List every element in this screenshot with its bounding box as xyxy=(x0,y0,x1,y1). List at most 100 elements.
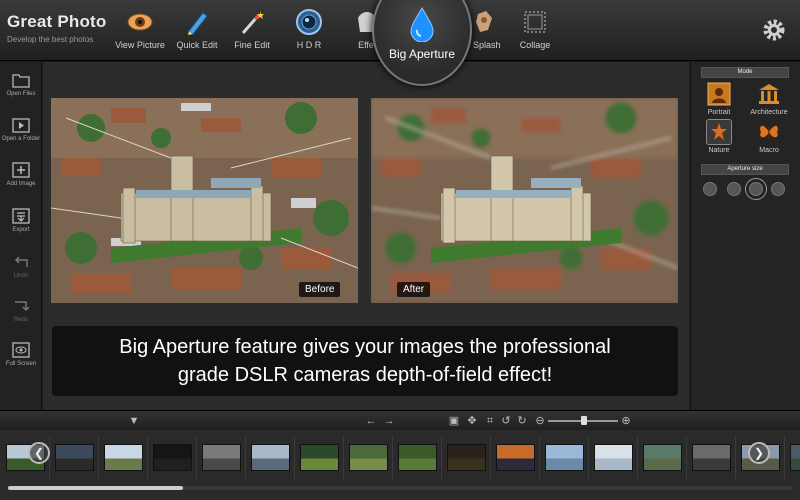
zoom-slider-handle[interactable] xyxy=(581,416,587,425)
collage-label: Collage xyxy=(519,40,551,50)
bottom-toolbar: ▼ ← → ▣ ✥ ⌗ ↺ ↻ ⊖ ⊕ xyxy=(0,410,800,430)
rotate-right-icon[interactable]: ↻ xyxy=(516,415,528,427)
export-button[interactable]: Export xyxy=(0,208,42,233)
caption-line-1: Big Aperture feature gives your images t… xyxy=(119,336,611,358)
filmstrip-thumbnail[interactable] xyxy=(345,436,393,480)
aperture-size-option-1[interactable] xyxy=(703,182,717,196)
aperture-size-option-2[interactable] xyxy=(727,182,741,196)
add-image-icon xyxy=(12,162,30,178)
full-screen-button[interactable]: Full Screen xyxy=(0,342,42,367)
cathedral-aerial-image xyxy=(51,98,358,303)
thumbnail-image xyxy=(104,444,143,471)
thumbnail-image xyxy=(594,444,633,471)
right-panel: Mode Portrait Architecture Nature Macro … xyxy=(690,62,800,410)
thumbnail-image xyxy=(251,444,290,471)
redo-icon xyxy=(15,301,30,312)
portrait-icon xyxy=(707,82,731,106)
open-folder-label: Open a Folder xyxy=(1,136,41,142)
filmstrip-thumbnail[interactable] xyxy=(247,436,295,480)
thumbnail-image xyxy=(153,444,192,471)
filmstrip-thumbnail[interactable] xyxy=(590,436,638,480)
thumbnail-image xyxy=(447,444,486,471)
thumbnail-image xyxy=(790,444,800,471)
aperture-size-option-3[interactable] xyxy=(745,178,767,200)
mode-architecture[interactable]: Architecture xyxy=(749,82,789,116)
before-photo[interactable]: Before xyxy=(51,98,358,303)
filmstrip-thumbnail[interactable] xyxy=(198,436,246,480)
big-aperture-label: Big Aperture xyxy=(388,47,456,61)
left-sidebar: Open Files Open a Folder Add Image Expor… xyxy=(0,62,42,410)
filmstrip-thumbnail[interactable] xyxy=(51,436,99,480)
crop-icon[interactable]: ⌗ xyxy=(484,415,496,427)
splash-icon xyxy=(476,11,492,32)
thumbnail-image xyxy=(643,444,682,471)
folder-icon xyxy=(12,74,30,88)
open-files-button[interactable]: Open Files xyxy=(0,72,42,97)
filmstrip-previous-icon[interactable]: ❮ xyxy=(28,442,50,464)
redo-button[interactable]: Redo xyxy=(0,298,42,323)
filmstrip-thumbnail[interactable] xyxy=(541,436,589,480)
feature-caption: Big Aperture feature gives your images t… xyxy=(52,326,678,396)
compare-icon[interactable]: ▣ xyxy=(448,415,460,427)
thumbnail-image xyxy=(545,444,584,471)
undo-button[interactable]: Undo xyxy=(0,254,42,279)
aperture-size-header: Aperture size xyxy=(701,164,789,175)
filmstrip-thumbnail[interactable] xyxy=(443,436,491,480)
full-screen-label: Full Screen xyxy=(5,361,37,367)
mode-macro-label: Macro xyxy=(759,147,779,154)
collage-icon xyxy=(524,11,546,33)
water-drop-icon xyxy=(410,7,434,42)
folder-play-icon xyxy=(12,118,30,133)
gear-icon[interactable] xyxy=(762,18,786,42)
open-folder-button[interactable]: Open a Folder xyxy=(0,117,42,142)
filmstrip-thumbnail[interactable] xyxy=(492,436,540,480)
eye-icon xyxy=(12,342,30,358)
pencil-icon xyxy=(188,12,208,35)
collapse-filmstrip-icon[interactable]: ▼ xyxy=(128,415,140,427)
after-label: After xyxy=(397,282,431,297)
filmstrip-thumbnail[interactable] xyxy=(786,436,800,480)
previous-arrow-icon[interactable]: ← xyxy=(365,415,377,427)
filmstrip-thumbnail[interactable] xyxy=(394,436,442,480)
filmstrip-thumbnail[interactable] xyxy=(639,436,687,480)
filmstrip-thumbnail[interactable] xyxy=(296,436,344,480)
open-files-label: Open Files xyxy=(6,91,36,97)
cathedral-aerial-image xyxy=(371,98,678,303)
undo-label: Undo xyxy=(13,273,29,279)
filmstrip-next-icon[interactable]: ❯ xyxy=(748,442,770,464)
architecture-icon xyxy=(759,84,779,104)
export-label: Export xyxy=(12,227,30,233)
filmstrip-thumbnail[interactable] xyxy=(688,436,736,480)
filmstrip: ❮ ❯ xyxy=(0,430,800,500)
zoom-out-icon[interactable]: ⊖ xyxy=(534,415,546,427)
rotate-left-icon[interactable]: ↺ xyxy=(500,415,512,427)
move-icon[interactable]: ✥ xyxy=(466,415,478,427)
thumbnail-image xyxy=(496,444,535,471)
before-label: Before xyxy=(299,282,341,297)
eye-icon xyxy=(127,13,153,31)
app-subtitle: Develop the best photos xyxy=(7,35,94,44)
mode-nature[interactable]: Nature xyxy=(699,119,739,154)
thumbnail-image xyxy=(55,444,94,471)
thumbnail-image xyxy=(692,444,731,471)
mode-architecture-label: Architecture xyxy=(750,109,788,116)
filmstrip-thumbnail[interactable] xyxy=(149,436,197,480)
lens-icon xyxy=(296,9,322,35)
filmstrip-scrollbar-thumb[interactable] xyxy=(8,486,183,490)
filmstrip-thumbnail[interactable] xyxy=(100,436,148,480)
thumbnail-image xyxy=(349,444,388,471)
aperture-size-option-4[interactable] xyxy=(771,182,785,196)
collage-button[interactable]: Collage xyxy=(495,8,575,50)
caption-line-2: grade DSLR cameras depth-of-field effect… xyxy=(177,364,553,386)
after-photo[interactable]: After xyxy=(371,98,678,303)
nature-icon xyxy=(706,119,732,145)
redo-label: Redo xyxy=(13,317,29,323)
next-arrow-icon[interactable]: → xyxy=(383,415,395,427)
mode-macro[interactable]: Macro xyxy=(749,120,789,154)
thumbnail-image xyxy=(300,444,339,471)
zoom-in-icon[interactable]: ⊕ xyxy=(620,415,632,427)
butterfly-icon xyxy=(760,125,778,139)
thumbnail-image xyxy=(398,444,437,471)
add-image-button[interactable]: Add Image xyxy=(0,162,42,187)
mode-portrait[interactable]: Portrait xyxy=(699,82,739,116)
